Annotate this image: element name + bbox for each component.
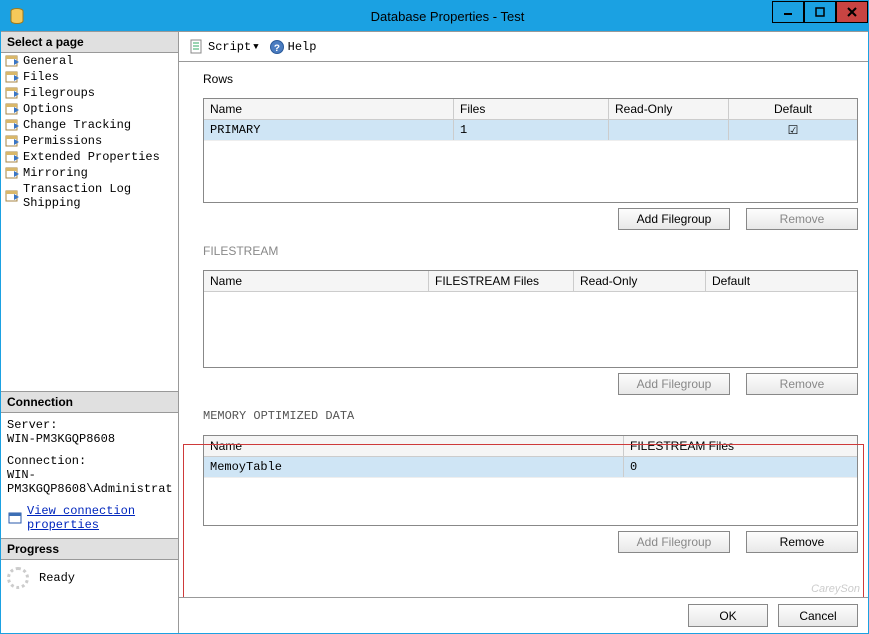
database-icon xyxy=(7,6,27,26)
help-label: Help xyxy=(288,40,317,54)
connection-icon xyxy=(7,510,23,526)
script-button[interactable]: Script ▼ xyxy=(185,37,263,57)
page-icon xyxy=(5,189,21,203)
page-label: Filegroups xyxy=(23,86,95,100)
maximize-button[interactable] xyxy=(804,1,836,23)
page-label: Options xyxy=(23,102,73,116)
filestream-remove-button[interactable]: Remove xyxy=(746,373,858,395)
cell-name[interactable]: PRIMARY xyxy=(204,120,454,140)
col-name[interactable]: Name xyxy=(204,271,429,291)
table-row[interactable]: PRIMARY 1 ☑ xyxy=(204,120,857,141)
script-icon xyxy=(189,39,205,55)
connection-label: Connection: xyxy=(7,454,172,468)
page-label: Permissions xyxy=(23,134,102,148)
page-icon xyxy=(5,134,21,148)
watermark: CareySon xyxy=(811,583,860,595)
view-connection-link[interactable]: View connection properties xyxy=(27,504,172,533)
page-icon xyxy=(5,166,21,180)
connection-header: Connection xyxy=(1,392,178,413)
rows-remove-button[interactable]: Remove xyxy=(746,208,858,230)
page-label: General xyxy=(23,54,73,68)
memory-remove-button[interactable]: Remove xyxy=(746,531,858,553)
main-panel: Script ▼ ? Help Rows Name Files Read-Onl… xyxy=(179,32,868,633)
filestream-label: FILESTREAM xyxy=(203,244,858,258)
page-item-general[interactable]: General xyxy=(1,53,178,69)
window-title: Database Properties - Test xyxy=(27,9,868,24)
col-files[interactable]: FILESTREAM Files xyxy=(429,271,574,291)
rows-grid: Name Files Read-Only Default PRIMARY 1 ☑ xyxy=(203,98,858,203)
progress-header: Progress xyxy=(1,539,178,560)
page-icon xyxy=(5,86,21,100)
page-icon xyxy=(5,150,21,164)
page-icon xyxy=(5,102,21,116)
page-icon xyxy=(5,118,21,132)
page-icon xyxy=(5,54,21,68)
page-list: General Files Filegroups Options Change … xyxy=(1,53,178,211)
script-label: Script xyxy=(208,40,251,54)
col-files[interactable]: FILESTREAM Files xyxy=(624,436,857,456)
memory-grid: Name FILESTREAM Files MemoyTable 0 xyxy=(203,435,858,526)
connection-value: WIN-PM3KGQP8608\Administrat xyxy=(7,468,172,496)
page-label: Mirroring xyxy=(23,166,88,180)
page-label: Extended Properties xyxy=(23,150,160,164)
page-item-changetracking[interactable]: Change Tracking xyxy=(1,117,178,133)
col-name[interactable]: Name xyxy=(204,99,454,119)
cell-name[interactable]: MemoyTable xyxy=(204,457,624,477)
col-name[interactable]: Name xyxy=(204,436,624,456)
page-item-extended[interactable]: Extended Properties xyxy=(1,149,178,165)
page-icon xyxy=(5,70,21,84)
server-label: Server: xyxy=(7,418,172,432)
filestream-grid: Name FILESTREAM Files Read-Only Default xyxy=(203,270,858,368)
svg-text:?: ? xyxy=(274,44,280,55)
dropdown-icon: ▼ xyxy=(253,42,258,52)
page-item-options[interactable]: Options xyxy=(1,101,178,117)
page-item-logshipping[interactable]: Transaction Log Shipping xyxy=(1,181,178,211)
titlebar: Database Properties - Test xyxy=(1,1,868,31)
col-readonly[interactable]: Read-Only xyxy=(609,99,729,119)
progress-spinner-icon xyxy=(7,567,29,589)
help-button[interactable]: ? Help xyxy=(265,37,321,57)
help-icon: ? xyxy=(269,39,285,55)
rows-add-filegroup-button[interactable]: Add Filegroup xyxy=(618,208,730,230)
memory-add-filegroup-button[interactable]: Add Filegroup xyxy=(618,531,730,553)
table-row[interactable]: MemoyTable 0 xyxy=(204,457,857,478)
cell-default-checkbox[interactable]: ☑ xyxy=(729,120,857,140)
progress-status: Ready xyxy=(39,571,75,585)
select-page-header: Select a page xyxy=(1,32,178,53)
close-button[interactable] xyxy=(836,1,868,23)
col-files[interactable]: Files xyxy=(454,99,609,119)
page-item-files[interactable]: Files xyxy=(1,69,178,85)
memory-label: MEMORY OPTIMIZED DATA xyxy=(203,409,858,423)
cell-files: 0 xyxy=(624,457,857,477)
col-default[interactable]: Default xyxy=(706,271,857,291)
page-item-filegroups[interactable]: Filegroups xyxy=(1,85,178,101)
minimize-button[interactable] xyxy=(772,1,804,23)
rows-label: Rows xyxy=(203,72,858,86)
col-readonly[interactable]: Read-Only xyxy=(574,271,706,291)
sidebar: Select a page General Files Filegroups O… xyxy=(1,32,179,633)
filestream-add-filegroup-button[interactable]: Add Filegroup xyxy=(618,373,730,395)
cell-files: 1 xyxy=(454,120,609,140)
page-item-mirroring[interactable]: Mirroring xyxy=(1,165,178,181)
page-label: Change Tracking xyxy=(23,118,131,132)
col-default[interactable]: Default xyxy=(729,99,857,119)
page-item-permissions[interactable]: Permissions xyxy=(1,133,178,149)
page-label: Transaction Log Shipping xyxy=(23,182,174,210)
cancel-button[interactable]: Cancel xyxy=(778,604,858,627)
page-label: Files xyxy=(23,70,59,84)
toolbar: Script ▼ ? Help xyxy=(179,32,868,62)
cell-readonly xyxy=(609,120,729,140)
server-value: WIN-PM3KGQP8608 xyxy=(7,432,172,446)
ok-button[interactable]: OK xyxy=(688,604,768,627)
